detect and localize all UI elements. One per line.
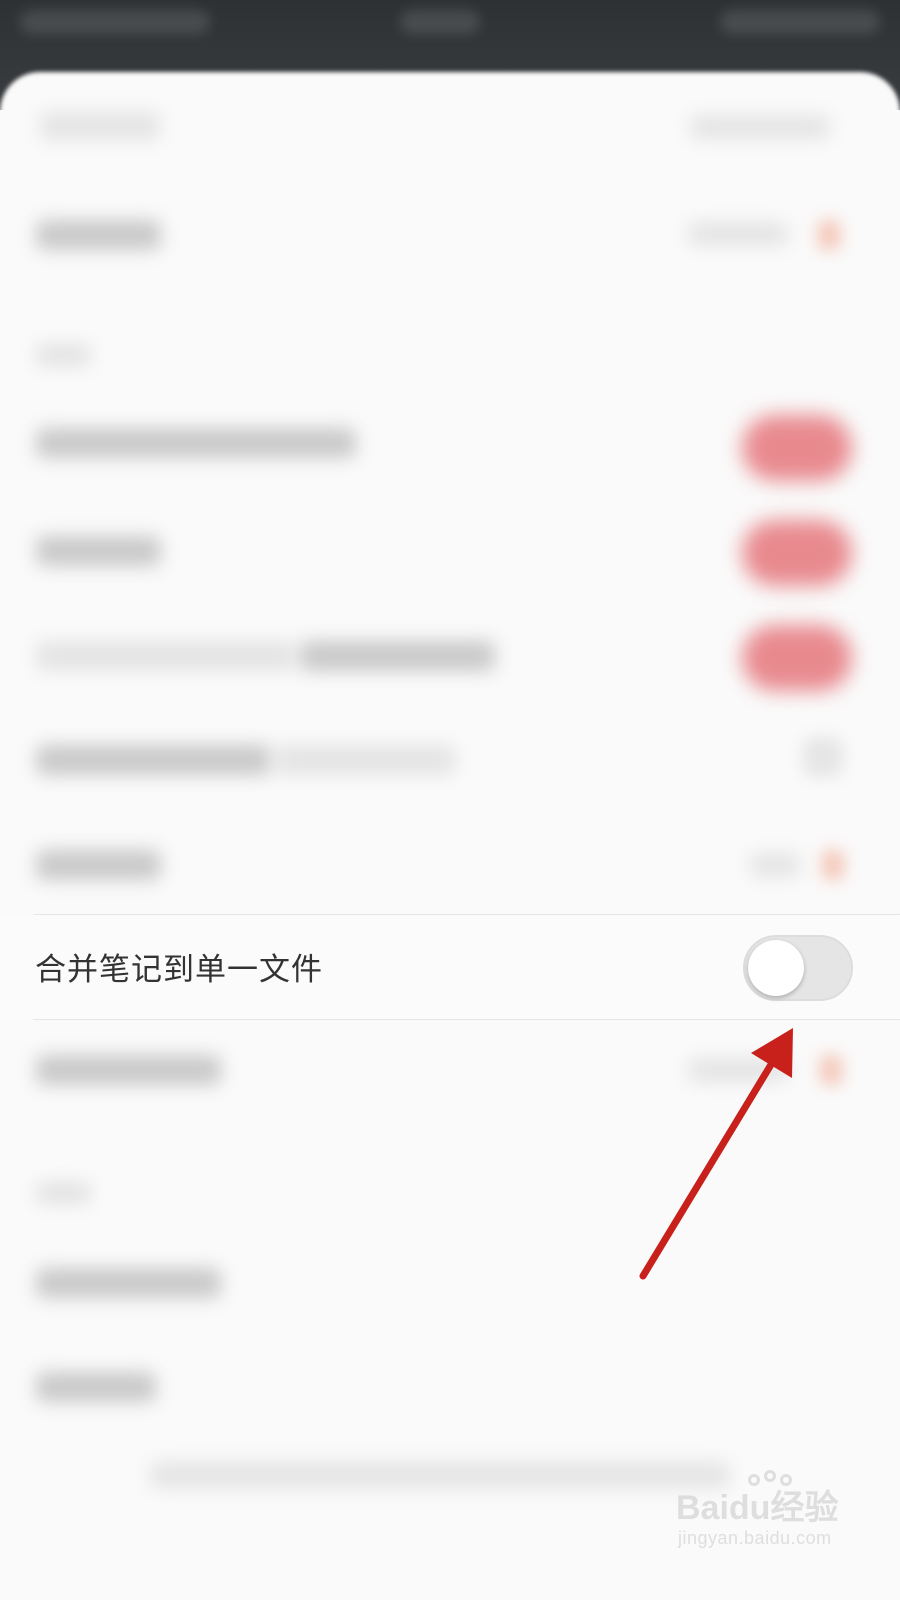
merge-notes-label: 合并笔记到单一文件 bbox=[35, 952, 323, 988]
watermark-url: jingyan.baidu.com bbox=[678, 1528, 832, 1548]
blurred-header-title bbox=[40, 112, 160, 140]
blurred-row-value bbox=[688, 1058, 788, 1082]
blurred-row-value bbox=[688, 222, 788, 246]
blurred-section-header bbox=[36, 344, 91, 366]
merge-notes-setting-row[interactable]: 合并笔记到单一文件 bbox=[0, 914, 900, 1020]
toggle-on-blurred-icon[interactable] bbox=[742, 625, 852, 691]
blurred-header-action bbox=[690, 115, 830, 139]
blurred-row-label[interactable] bbox=[36, 1372, 156, 1402]
blurred-row-label[interactable] bbox=[36, 1268, 221, 1298]
chevron-right-icon bbox=[818, 220, 840, 250]
row-divider-bottom bbox=[33, 1019, 900, 1020]
blurred-row-icon bbox=[803, 737, 843, 777]
blurred-row-label[interactable] bbox=[36, 220, 161, 250]
baidu-watermark: Baidu经验 jingyan.baidu.com bbox=[672, 1470, 872, 1560]
blurred-row-label[interactable] bbox=[36, 641, 296, 671]
toggle-on-blurred-icon[interactable] bbox=[742, 415, 852, 481]
blurred-row-value bbox=[750, 853, 800, 877]
row-divider-top bbox=[33, 914, 900, 915]
blurred-section-header bbox=[36, 1182, 91, 1204]
merge-notes-toggle[interactable] bbox=[743, 935, 853, 1001]
watermark-brand: Baidu经验 bbox=[676, 1489, 839, 1527]
blurred-row-label bbox=[275, 745, 455, 775]
blurred-row-label[interactable] bbox=[36, 745, 271, 775]
toggle-knob bbox=[748, 940, 804, 996]
blurred-row-label[interactable] bbox=[36, 428, 356, 458]
chevron-right-icon bbox=[820, 1055, 842, 1085]
blurred-row-label[interactable] bbox=[36, 1055, 221, 1085]
toggle-on-blurred-icon[interactable] bbox=[742, 520, 852, 586]
blurred-settings-list bbox=[0, 0, 900, 1600]
blurred-footer-text bbox=[150, 1462, 730, 1488]
blurred-row-label bbox=[300, 641, 495, 671]
blurred-row-label[interactable] bbox=[36, 536, 161, 566]
chevron-right-icon bbox=[822, 850, 844, 880]
blurred-row-label[interactable] bbox=[36, 850, 161, 880]
